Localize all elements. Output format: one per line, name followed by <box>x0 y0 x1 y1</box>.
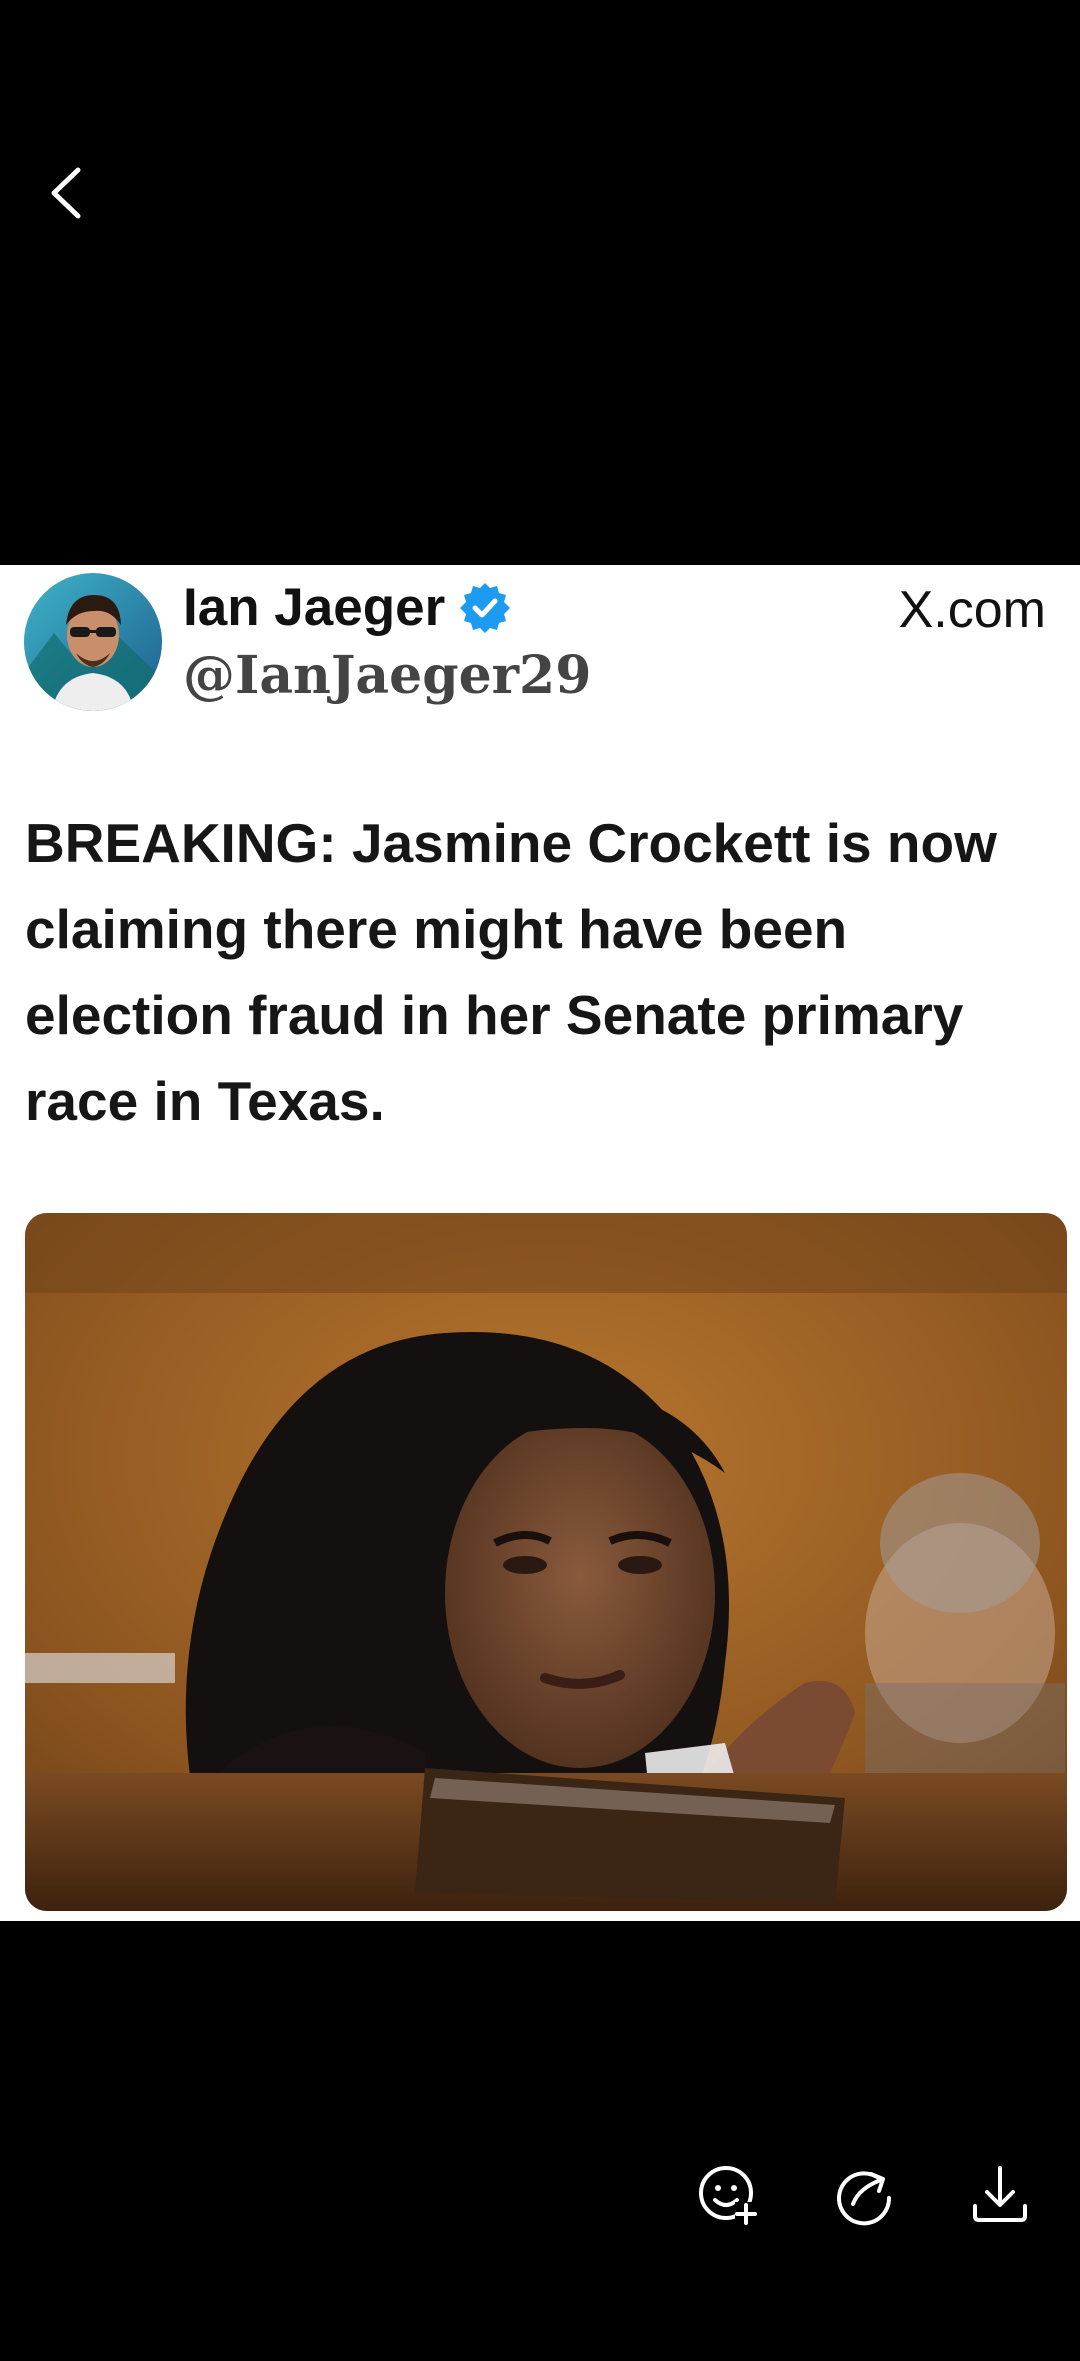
shared-post-image: Ian Jaeger @IanJaeger29 X.com BREAKING: … <box>0 565 1080 1921</box>
media-action-bar <box>0 2160 1080 2240</box>
chevron-left-icon <box>51 167 81 219</box>
add-sticker-button[interactable] <box>693 2160 763 2230</box>
author-handle: @IanJaeger29 <box>183 645 592 706</box>
author-name: Ian Jaeger <box>183 578 446 637</box>
verified-badge-icon <box>460 583 511 633</box>
post-headline: BREAKING: Jasmine Crockett is now claimi… <box>25 812 997 1132</box>
back-button[interactable] <box>38 158 98 228</box>
avatar <box>24 573 162 711</box>
author-name-row: Ian Jaeger <box>183 573 513 643</box>
post-photo <box>25 1213 1067 1911</box>
download-button[interactable] <box>965 2160 1035 2230</box>
download-icon <box>973 2166 1027 2222</box>
share-button[interactable] <box>829 2160 899 2230</box>
sticker-add-icon <box>699 2166 757 2225</box>
share-icon <box>837 2171 892 2226</box>
site-label: X.com <box>898 581 1046 639</box>
